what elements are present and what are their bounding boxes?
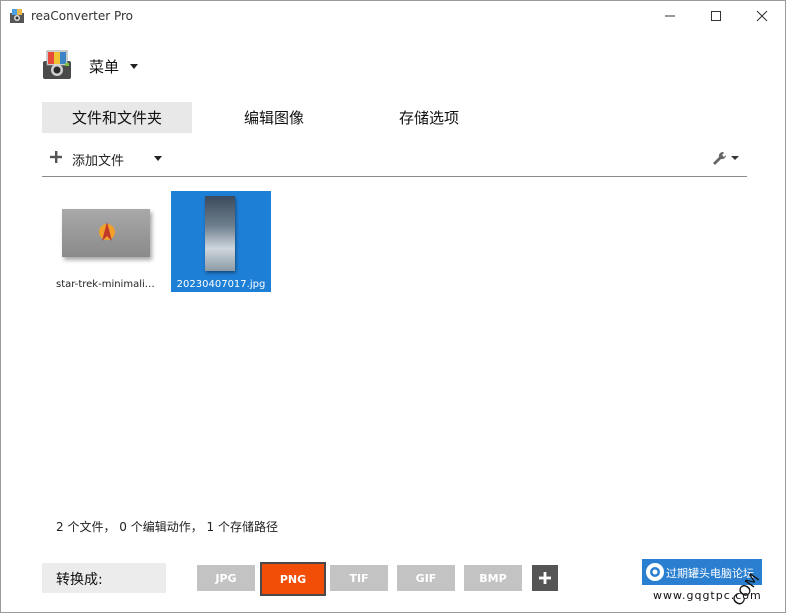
watermark-logo-icon [646,563,664,581]
minimize-icon [665,15,675,17]
format-jpg-button[interactable]: JPG [197,565,255,591]
app-window: reaConverter Pro 菜单 文件和文件夹 编辑图像 存储选项 添加文… [0,0,786,613]
watermark-side-text: COM [729,570,764,609]
toolbar-divider [42,176,747,177]
tab-files-and-folders[interactable]: 文件和文件夹 [42,102,192,133]
add-files-chevron-down-icon[interactable] [154,156,162,161]
maximize-icon [711,11,721,21]
star-trek-logo-icon [99,222,115,241]
add-files-button[interactable]: 添加文件 [72,150,124,169]
convert-to-box: 转换成: [42,563,166,593]
plus-icon [539,572,551,584]
close-icon [756,10,768,22]
format-png-button[interactable]: PNG [260,562,326,596]
convert-to-label: 转换成: [56,572,103,588]
app-logo [43,50,71,79]
format-bmp-button[interactable]: BMP [464,565,522,591]
close-button[interactable] [739,1,785,31]
file-name: 20230407017.jpg [176,279,266,290]
window-title: reaConverter Pro [31,9,134,23]
add-icon[interactable] [49,150,63,164]
status-text: 2 个文件， 0 个编辑动作， 1 个存储路径 [56,520,278,534]
title-bar[interactable]: reaConverter Pro [1,1,785,31]
main-menu-button[interactable]: 菜单 [89,56,119,77]
wrench-icon[interactable] [711,150,739,166]
file-name: star-trek-minimalis... [56,279,156,290]
tab-edit-images[interactable]: 编辑图像 [214,102,334,133]
file-item[interactable]: star-trek-minimalis... [56,191,156,292]
minimize-button[interactable] [647,1,693,31]
tab-save-options[interactable]: 存储选项 [369,102,489,133]
add-format-button[interactable] [532,565,558,591]
file-thumbnail [205,196,235,271]
svg-text:COM: COM [729,570,764,609]
format-tif-button[interactable]: TIF [330,565,388,591]
file-item-selected[interactable]: 20230407017.jpg [171,191,271,292]
maximize-button[interactable] [693,1,739,31]
file-thumbnail [62,209,150,257]
menu-chevron-down-icon[interactable] [130,64,138,69]
app-icon [10,9,24,23]
format-gif-button[interactable]: GIF [397,565,455,591]
